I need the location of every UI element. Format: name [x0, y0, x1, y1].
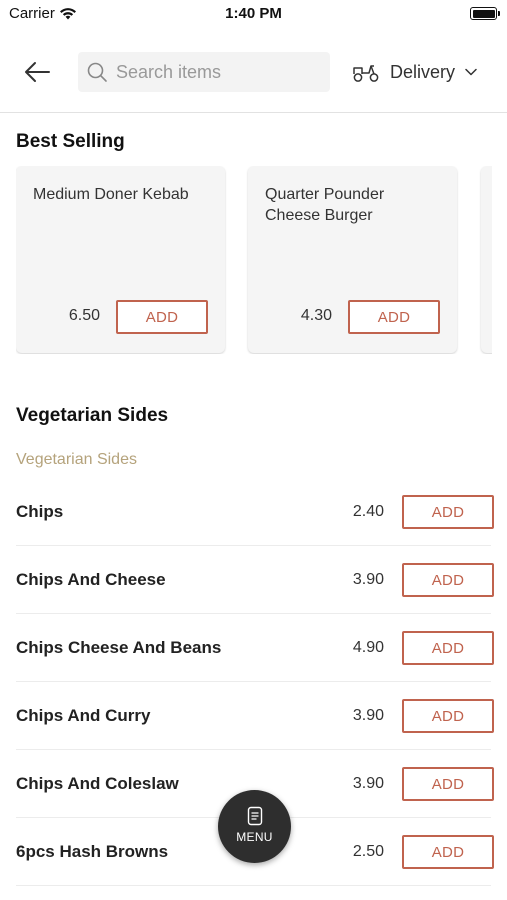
delivery-label: Delivery — [390, 61, 456, 82]
search-icon — [87, 62, 107, 82]
status-bar: Carrier 1:40 PM — [0, 0, 507, 28]
product-card[interactable]: Medium Doner Kebab 6.50 ADD — [16, 166, 225, 353]
scooter-icon — [353, 65, 379, 82]
add-button[interactable]: ADD — [402, 767, 494, 801]
add-button[interactable]: ADD — [402, 563, 494, 597]
item-name: Chips And Coleslaw — [16, 774, 179, 793]
delivery-selector[interactable]: Delivery — [352, 54, 477, 90]
status-time: 1:40 PM — [225, 5, 282, 22]
list-item[interactable]: Chips Cheese And Beans 4.90 ADD — [0, 614, 507, 682]
search-box[interactable] — [78, 52, 330, 92]
add-button[interactable]: ADD — [402, 835, 494, 869]
row-divider — [16, 885, 491, 886]
item-name: Chips — [16, 502, 64, 521]
product-card[interactable]: Quarter Pounder Cheese Burger 4.30 ADD — [248, 166, 457, 353]
add-button[interactable]: ADD — [402, 699, 494, 733]
item-price: 2.50 — [352, 843, 384, 860]
vegetarian-sides-heading: Vegetarian Sides — [16, 405, 169, 426]
battery-icon — [470, 7, 500, 20]
item-price: 4.90 — [352, 639, 384, 656]
item-name: Chips And Curry — [16, 706, 151, 725]
add-button[interactable]: ADD — [402, 495, 494, 529]
item-name: Chips And Cheese — [16, 570, 166, 589]
back-button[interactable] — [20, 58, 54, 86]
product-price: 4.30 — [300, 307, 332, 324]
item-price: 2.40 — [352, 503, 384, 520]
add-button[interactable]: ADD — [402, 631, 494, 665]
search-input[interactable] — [116, 61, 316, 83]
list-item[interactable]: Chips And Cheese 3.90 ADD — [0, 546, 507, 614]
item-price: 3.90 — [352, 571, 384, 588]
item-name: Chips Cheese And Beans — [16, 638, 222, 657]
list-item[interactable]: Chips 2.40 ADD — [0, 478, 507, 546]
menu-fab-button[interactable]: MENU — [218, 790, 291, 863]
chevron-down-icon — [465, 68, 477, 76]
top-bar: Delivery — [0, 40, 507, 112]
product-name: Quarter Pounder Cheese Burger — [265, 186, 385, 224]
header-divider — [0, 112, 507, 113]
back-arrow-icon — [25, 62, 50, 82]
item-price: 3.90 — [352, 707, 384, 724]
add-button[interactable]: ADD — [116, 300, 208, 334]
product-name: Medium Doner Kebab — [33, 186, 189, 203]
menu-card-icon — [247, 806, 262, 825]
best-selling-heading: Best Selling — [16, 131, 125, 152]
menu-label: MENU — [236, 829, 273, 844]
product-card-peek[interactable] — [481, 166, 492, 353]
item-price: 3.90 — [352, 775, 384, 792]
add-button[interactable]: ADD — [348, 300, 440, 334]
list-item[interactable]: Chips And Curry 3.90 ADD — [0, 682, 507, 750]
product-price: 6.50 — [68, 307, 100, 324]
category-subtitle: Vegetarian Sides — [16, 451, 137, 468]
best-selling-carousel[interactable]: Medium Doner Kebab 6.50 ADD Quarter Poun… — [16, 166, 492, 354]
item-name: 6pcs Hash Browns — [16, 842, 169, 861]
